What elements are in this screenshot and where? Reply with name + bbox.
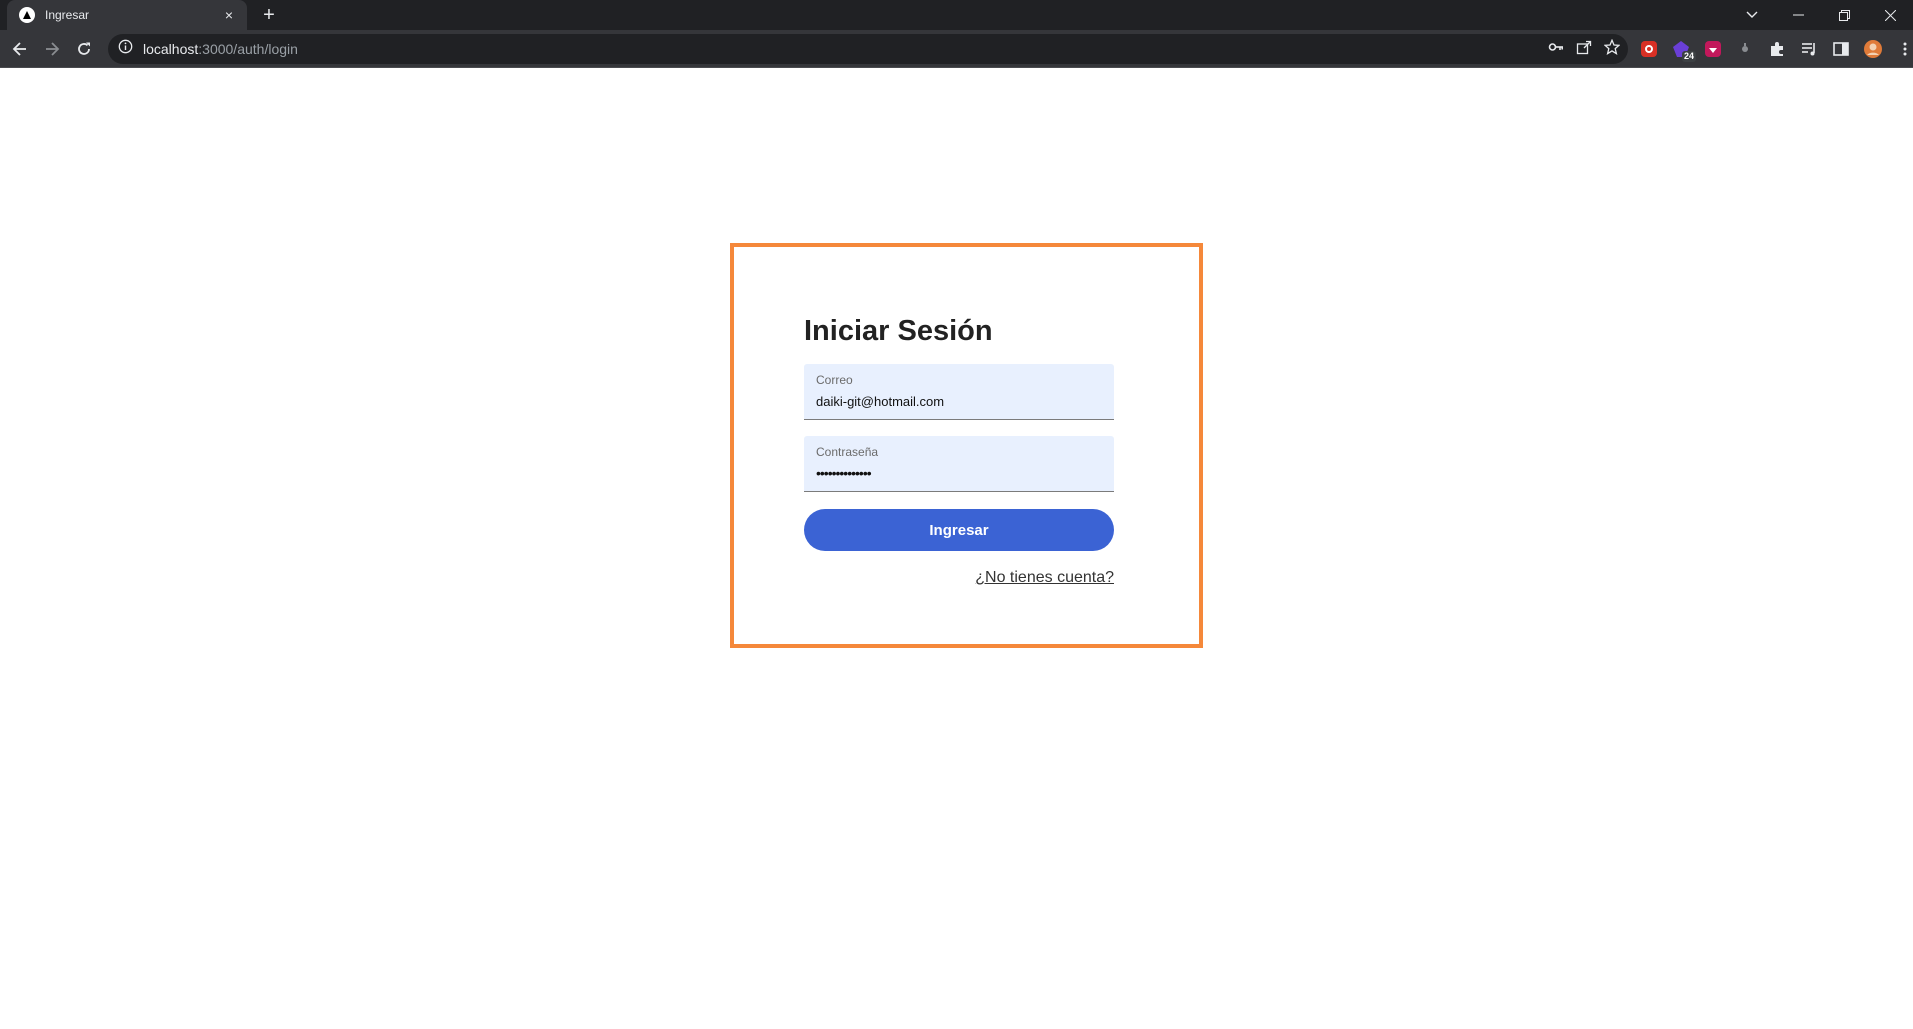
login-card: Iniciar Sesión Correo daiki-git@hotmail.… xyxy=(730,243,1203,648)
app-favicon-icon xyxy=(19,7,35,23)
back-arrow-icon[interactable] xyxy=(4,33,36,65)
address-bar-actions xyxy=(1548,34,1621,64)
minimize-icon[interactable] xyxy=(1775,0,1821,30)
share-icon[interactable] xyxy=(1576,39,1592,60)
browser-toolbar: localhost:3000/auth/login 24 xyxy=(0,30,1913,68)
page-title: Iniciar Sesión xyxy=(804,315,993,347)
media-queue-icon[interactable] xyxy=(1796,36,1822,62)
tab-search-chevron-icon[interactable] xyxy=(1729,0,1775,30)
tab-close-icon[interactable]: × xyxy=(221,7,237,23)
url-text[interactable]: localhost:3000/auth/login xyxy=(143,41,298,57)
extensions-puzzle-icon[interactable] xyxy=(1764,36,1790,62)
site-info-icon[interactable] xyxy=(118,39,133,59)
extension-purple-icon[interactable]: 24 xyxy=(1668,36,1696,62)
profile-avatar-icon[interactable] xyxy=(1860,36,1886,62)
email-field[interactable]: Correo daiki-git@hotmail.com xyxy=(804,364,1114,420)
password-field-label: Contraseña xyxy=(816,445,879,459)
url-path: :3000/auth/login xyxy=(198,41,298,57)
email-field-label: Correo xyxy=(816,373,853,387)
side-panel-icon[interactable] xyxy=(1828,36,1854,62)
forward-arrow-icon[interactable] xyxy=(36,33,68,65)
password-key-icon[interactable] xyxy=(1548,39,1564,60)
window-close-icon[interactable] xyxy=(1867,0,1913,30)
browser-tab-bar: Ingresar × + xyxy=(0,0,1913,30)
password-input[interactable]: •••••••••••••• xyxy=(816,466,1102,481)
window-controls xyxy=(1729,0,1913,30)
extension-red-icon[interactable] xyxy=(1636,36,1662,62)
register-link[interactable]: ¿No tienes cuenta? xyxy=(975,569,1114,587)
password-field[interactable]: Contraseña •••••••••••••• xyxy=(804,436,1114,492)
tab-title: Ingresar xyxy=(45,8,90,22)
extension-pink-icon[interactable] xyxy=(1700,36,1726,62)
reload-icon[interactable] xyxy=(68,33,100,65)
new-tab-button[interactable]: + xyxy=(258,4,280,26)
email-input[interactable]: daiki-git@hotmail.com xyxy=(816,394,1102,409)
browser-tab-active[interactable]: Ingresar × xyxy=(7,0,247,30)
bookmark-star-icon[interactable] xyxy=(1603,38,1621,60)
extension-grey-icon[interactable] xyxy=(1732,36,1758,62)
restore-icon[interactable] xyxy=(1821,0,1867,30)
extensions-toolbar: 24 xyxy=(1636,33,1913,65)
login-submit-button[interactable]: Ingresar xyxy=(804,509,1114,551)
extension-badge-count: 24 xyxy=(1681,51,1696,62)
url-host: localhost xyxy=(143,41,199,57)
address-bar[interactable]: localhost:3000/auth/login xyxy=(108,34,1628,64)
browser-menu-icon[interactable] xyxy=(1892,36,1913,62)
